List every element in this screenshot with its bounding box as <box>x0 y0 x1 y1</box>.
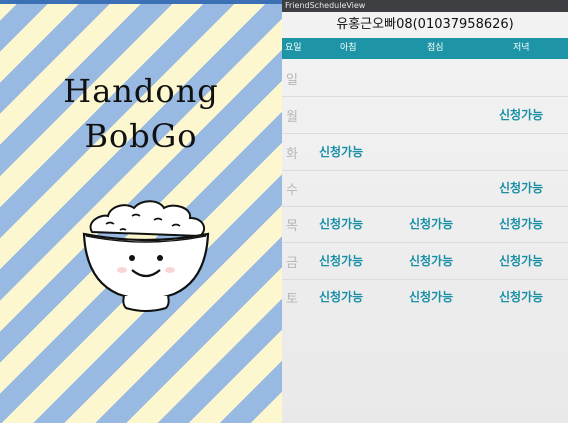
splash-screen: Handong BobGo <box>0 0 282 423</box>
schedule-row-sat: 토 신청가능 신청가능 신청가능 <box>282 279 568 315</box>
app-title-line1: Handong <box>63 72 219 110</box>
row-day: 일 <box>286 73 298 88</box>
row-day: 화 <box>286 147 298 162</box>
schedule-row-tue: 화 신청가능 <box>282 134 568 171</box>
row-day: 수 <box>286 183 298 198</box>
row-day: 금 <box>286 256 298 271</box>
slot-morning[interactable]: 신청가능 <box>319 143 363 160</box>
header-morning: 아침 <box>340 43 357 53</box>
slot-dinner[interactable]: 신청가능 <box>499 106 543 123</box>
slot-morning[interactable]: 신청가능 <box>319 252 363 269</box>
slot-lunch[interactable]: 신청가능 <box>409 288 453 305</box>
slot-dinner[interactable]: 신청가능 <box>499 215 543 232</box>
rice-bowl-smiling-icon <box>82 200 210 312</box>
schedule-row-fri: 금 신청가능 신청가능 신청가능 <box>282 243 568 280</box>
status-bar <box>0 0 282 4</box>
friend-contact-label: 유홍근오빠08(01037958626) <box>336 17 514 32</box>
slot-dinner[interactable]: 신청가능 <box>499 179 543 196</box>
schedule-row-mon: 월 신청가능 <box>282 97 568 134</box>
slot-dinner[interactable]: 신청가능 <box>499 288 543 305</box>
app-title-line2: BobGo <box>84 117 198 155</box>
slot-morning[interactable]: 신청가능 <box>319 288 363 305</box>
header-day: 요일 <box>285 43 302 53</box>
slot-lunch[interactable]: 신청가능 <box>409 252 453 269</box>
row-day: 목 <box>286 219 298 234</box>
slot-lunch[interactable]: 신청가능 <box>409 215 453 232</box>
slot-morning[interactable]: 신청가능 <box>319 215 363 232</box>
friend-schedule-panel: FriendScheduleView 유홍근오빠08(01037958626) … <box>282 0 568 423</box>
window-title: FriendScheduleView <box>282 0 568 12</box>
schedule-row-wed: 수 신청가능 <box>282 170 568 207</box>
row-day: 토 <box>286 292 298 307</box>
schedule-row-sun: 일 <box>282 60 568 97</box>
slot-dinner[interactable]: 신청가능 <box>499 252 543 269</box>
row-day: 월 <box>286 110 298 125</box>
header-dinner: 저녁 <box>513 43 530 53</box>
header-lunch: 점심 <box>427 43 444 53</box>
schedule-header: 요일 아침 점심 저녁 <box>282 38 568 59</box>
schedule-row-thu: 목 신청가능 신청가능 신청가능 <box>282 206 568 243</box>
